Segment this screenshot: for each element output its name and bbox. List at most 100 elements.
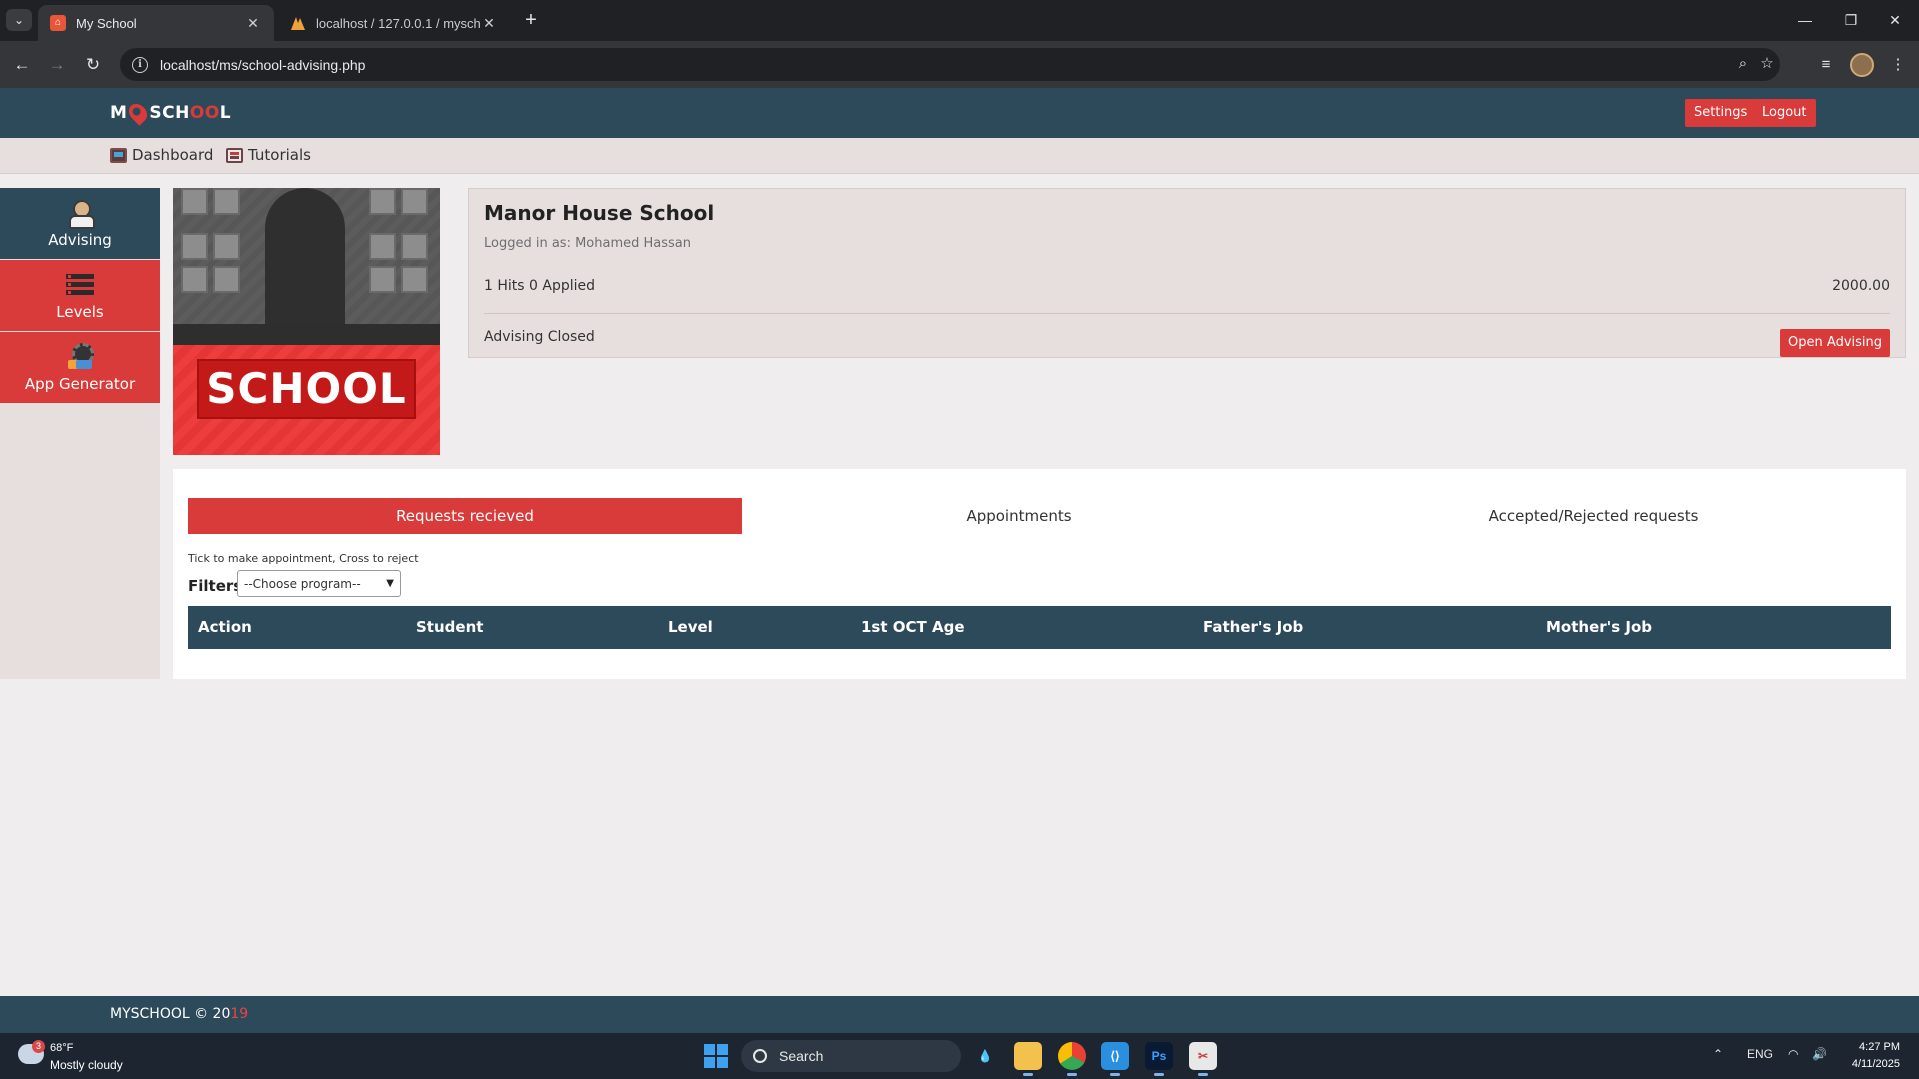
window-close-icon[interactable]: ✕ [1880,10,1910,30]
tab-appointments[interactable]: Appointments [742,498,1296,534]
building-window [369,188,396,215]
sidebar-item-levels[interactable]: Levels [0,260,160,331]
column-header: Mother's Job [1546,618,1653,636]
column-header: 1st OCT Age [861,618,965,636]
bookmark-star-icon[interactable]: ☆ [1756,53,1778,75]
language-indicator[interactable]: ENG [1747,1047,1773,1061]
building-window [401,266,428,293]
browser-tab-myschool[interactable]: ⌂ My School ✕ [38,5,274,41]
advisor-icon [66,199,95,229]
building-window [213,188,240,215]
new-tab-icon[interactable]: + [520,9,542,31]
sidebar-item-app-generator[interactable]: App Generator [0,332,160,403]
file-explorer-icon[interactable] [1014,1042,1042,1076]
building-window [213,266,240,293]
browser-toolbar: ← → ↻ i localhost/ms/school-advising.php… [0,41,1919,88]
taskbar-search[interactable]: Search [741,1040,961,1072]
snipping-tool-icon[interactable]: ✂ [1189,1042,1217,1076]
location-pin-icon [125,100,152,126]
myschool-logo[interactable]: M SCH OO L [110,100,231,126]
profile-avatar[interactable] [1850,53,1874,77]
settings-button[interactable]: Settings [1685,99,1757,127]
zoom-icon[interactable]: ⌕ [1732,53,1754,75]
tab-requests-received[interactable]: Requests recieved [188,498,742,534]
dashboard-icon [110,147,127,163]
building-window [213,233,240,260]
site-footer: MYSCHOOL © 2019 [0,996,1919,1033]
media-controls-icon[interactable]: ≡ [1814,53,1838,77]
app-generator-icon [66,342,94,369]
logout-button[interactable]: Logout [1753,99,1816,127]
nav-label: Dashboard [132,146,214,164]
ink-drop-icon[interactable]: 💧 [971,1042,999,1070]
school-image: SCHOOL [173,188,440,455]
divider [484,313,1890,314]
windows-taskbar: 3 68°F Mostly cloudy Search 💧 ⟨⟩ Ps ✂ ⌃ … [0,1033,1919,1079]
site-header: M SCH OO L Settings Logout [0,88,1919,138]
requests-panel: Requests recieved Appointments Accepted/… [173,469,1906,679]
logo-text: L [219,103,232,123]
hits-applied-count: 1 Hits 0 Applied [484,278,595,294]
logo-text-accent: OO [189,103,220,123]
browser-tab-phpmyadmin[interactable]: localhost / 127.0.0.1 / myschool ✕ [278,5,510,41]
footer-copyright: MYSCHOOL © 2019 [110,1006,248,1022]
tab-title: localhost / 127.0.0.1 / myschool [316,15,480,31]
volume-icon[interactable]: 🔊 [1812,1047,1827,1061]
nav-label: Tutorials [248,146,311,164]
open-advising-button[interactable]: Open Advising [1780,329,1890,357]
tab-search-menu-icon[interactable]: ⌄ [6,9,32,31]
sidebar-item-label: Levels [56,302,104,321]
clock-time[interactable]: 4:27 PM [1855,1041,1900,1053]
school-banner: SCHOOL [173,345,440,455]
windows-start-icon[interactable] [704,1044,728,1068]
tab-title: My School [76,15,137,31]
search-label: Search [779,1048,824,1064]
back-icon[interactable]: ← [10,53,34,77]
school-sign: SCHOOL [197,359,416,419]
wifi-icon[interactable]: ◠ [1788,1047,1798,1061]
weather-description[interactable]: Mostly cloudy [50,1058,123,1072]
building-window [181,266,208,293]
building-window [369,233,396,260]
nav-tutorials[interactable]: Tutorials [226,146,311,164]
forward-icon[interactable]: → [45,53,69,77]
sidebar-item-advising[interactable]: Advising [0,188,160,259]
filters-label: Filters [188,577,243,595]
panel-tabs: Requests recieved Appointments Accepted/… [188,498,1891,534]
clock-date[interactable]: 4/11/2025 [1840,1058,1900,1070]
school-name: Manor House School [484,201,715,225]
phpmyadmin-favicon-icon [291,17,305,30]
advising-amount: 2000.00 [1832,278,1890,294]
restore-icon[interactable]: ❐ [1836,10,1866,30]
building-door [265,188,345,324]
building-window [181,188,208,215]
column-header: Father's Job [1203,618,1304,636]
advising-status: Advising Closed [484,329,595,345]
logo-letter: M [110,103,128,123]
tab-close-icon[interactable]: ✕ [244,15,262,32]
column-header: Student [416,618,484,636]
nav-dashboard[interactable]: Dashboard [110,146,213,164]
levels-icon [66,271,94,297]
program-select[interactable]: --Choose program-- ▼ [237,570,401,597]
sidebar-item-label: App Generator [24,374,136,393]
school-info-card: Manor House School Logged in as: Mohamed… [468,188,1906,358]
sub-navigation: Dashboard Tutorials [0,138,1919,174]
url-text[interactable]: localhost/ms/school-advising.php [160,57,365,73]
photoshop-icon[interactable]: Ps [1145,1042,1173,1076]
site-info-icon[interactable]: i [132,56,148,73]
minimize-icon[interactable]: — [1790,10,1820,30]
logged-in-user: Logged in as: Mohamed Hassan [484,236,692,251]
show-hidden-icons-icon[interactable]: ⌃ [1713,1047,1723,1061]
vscode-icon[interactable]: ⟨⟩ [1101,1042,1129,1076]
tab-accepted-rejected[interactable]: Accepted/Rejected requests [1296,498,1891,534]
footer-year: 19 [230,1006,249,1022]
tab-close-icon[interactable]: ✕ [480,15,498,32]
reload-icon[interactable]: ↻ [81,53,105,77]
chrome-icon[interactable] [1058,1042,1086,1076]
program-select-value: --Choose program-- [244,576,361,591]
address-bar[interactable]: i localhost/ms/school-advising.php ⌕ ☆ [120,48,1780,81]
building-window [401,188,428,215]
browser-menu-icon[interactable]: ⋮ [1886,53,1910,77]
weather-temperature[interactable]: 68°F [50,1042,73,1054]
